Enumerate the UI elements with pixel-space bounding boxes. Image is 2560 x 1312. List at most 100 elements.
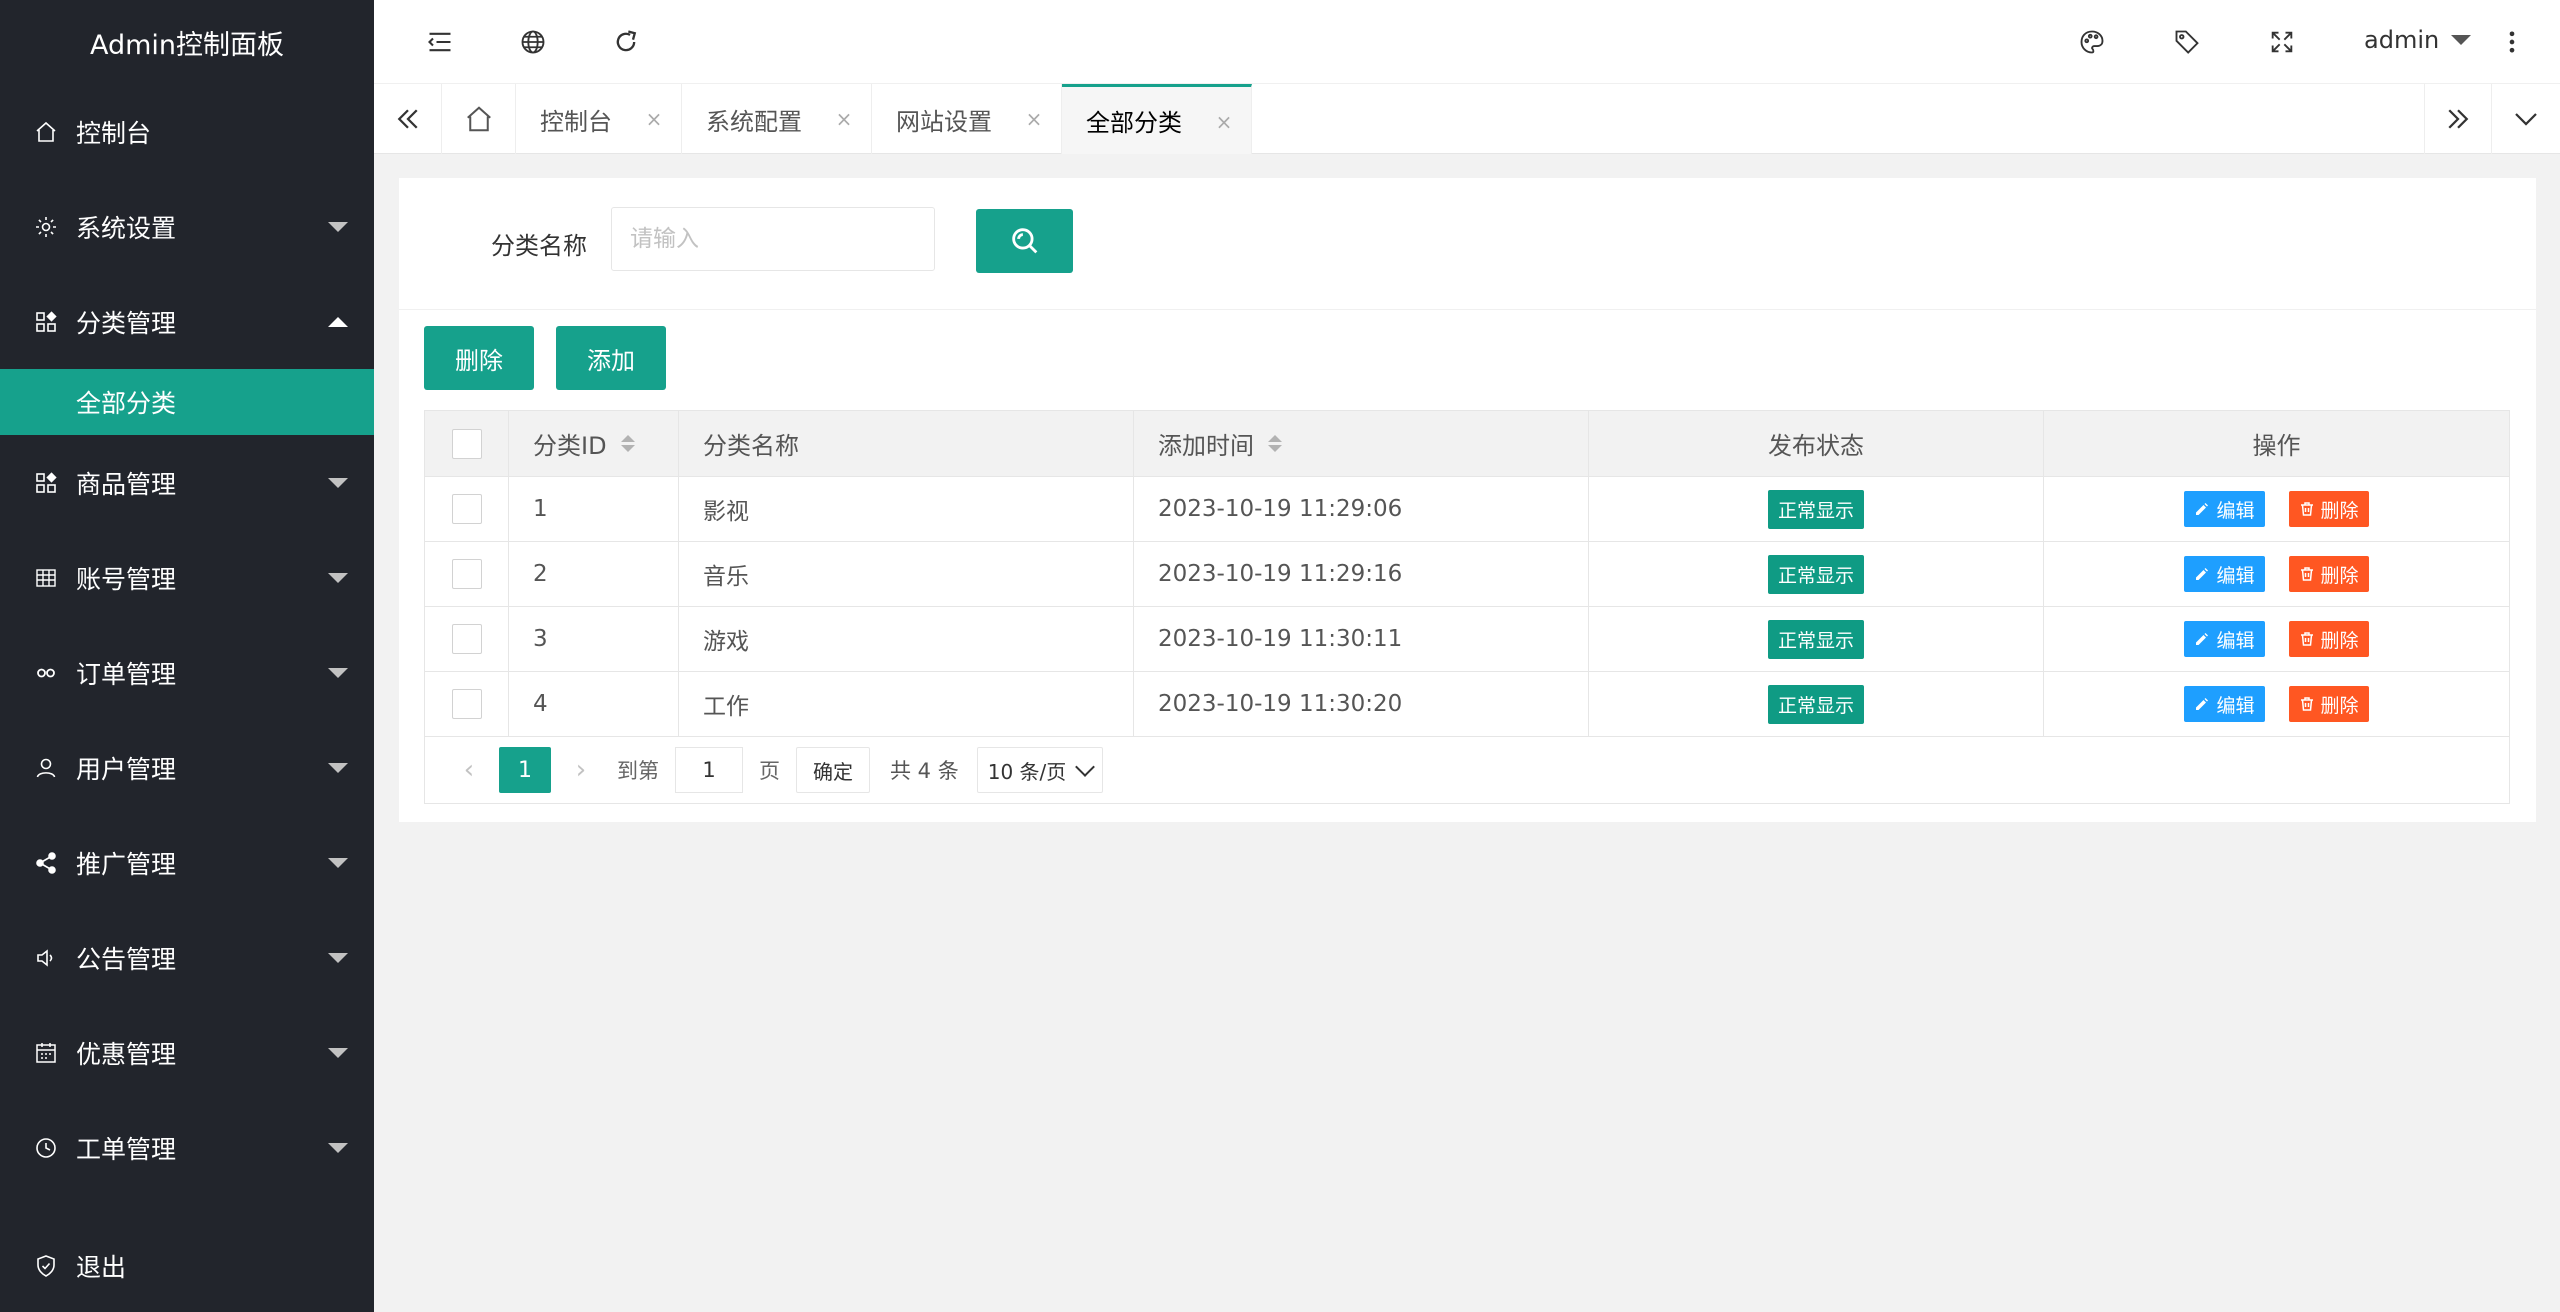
prev-page-icon[interactable]: ‹ [449,755,489,785]
cell-ops: 编辑 删除 [2044,672,2509,736]
header-checkbox-cell [425,411,509,476]
pencil-icon [2194,696,2210,712]
palette-icon[interactable] [2076,26,2108,58]
sidebar-item-user-management[interactable]: 用户管理 [0,720,374,815]
next-page-icon[interactable]: › [561,755,601,785]
tab-system-config[interactable]: 系统配置 × [682,84,872,154]
cell-id: 4 [509,672,679,736]
cell-ops: 编辑 删除 [2044,607,2509,671]
edit-button[interactable]: 编辑 [2184,556,2265,592]
user-name: admin [2364,26,2440,54]
menu-collapse-icon[interactable] [424,26,456,58]
header-id[interactable]: 分类ID [509,411,679,476]
tabs-scroll-left-icon[interactable] [374,84,442,154]
batch-delete-button[interactable]: 删除 [424,326,534,390]
sidebar-item-label: 推广管理 [76,849,177,879]
sidebar-item-label: 账号管理 [76,564,177,594]
share-icon [34,851,58,875]
sidebar-item-label: 全部分类 [76,389,177,418]
row-checkbox-cell [425,477,509,541]
delete-button[interactable]: 删除 [2288,556,2369,592]
sidebar-subitem-all-categories[interactable]: 全部分类 [0,369,374,435]
sidebar-item-announcement-management[interactable]: 公告管理 [0,910,374,1005]
refresh-icon[interactable] [610,26,642,58]
tab-home-icon[interactable] [442,84,516,154]
tab-site-settings[interactable]: 网站设置 × [872,84,1062,154]
header-name-label: 分类名称 [703,432,799,460]
tag-icon[interactable] [2171,26,2203,58]
sidebar-item-product-management[interactable]: 商品管理 [0,435,374,530]
search-button[interactable] [976,209,1073,273]
current-page-button[interactable]: 1 [499,747,551,793]
category-name-input[interactable] [611,207,935,271]
pencil-icon [2194,566,2210,582]
sidebar-item-category-management[interactable]: 分类管理 [0,274,374,369]
close-icon[interactable]: × [645,109,663,129]
delete-button[interactable]: 删除 [2288,686,2369,722]
shield-icon [34,1254,58,1278]
apps-icon [34,310,58,334]
delete-button[interactable]: 删除 [2288,621,2369,657]
tab-dashboard[interactable]: 控制台 × [516,84,682,154]
chevron-down-icon [328,221,348,232]
table-row: 1 影视 2023-10-19 11:29:06 正常显示 编辑 删除 [425,477,2509,542]
delete-label: 删除 [2320,694,2359,717]
more-vertical-icon[interactable] [2496,26,2528,58]
sidebar-item-account-management[interactable]: 账号管理 [0,530,374,625]
close-icon[interactable]: × [1215,112,1233,132]
sidebar-item-promotion-management[interactable]: 推广管理 [0,815,374,910]
cell-ops: 编辑 删除 [2044,477,2509,541]
chevron-down-icon [2451,35,2472,45]
table-header: 分类ID 分类名称 添加时间 发布状态 操作 [425,411,2509,477]
delete-label: 删除 [2320,564,2359,587]
sidebar-item-system-settings[interactable]: 系统设置 [0,179,374,274]
sidebar-item-dashboard[interactable]: 控制台 [0,84,374,179]
edit-button[interactable]: 编辑 [2184,491,2265,527]
delete-label: 删除 [2320,629,2359,652]
tabs-scroll-right-icon[interactable] [2424,84,2492,154]
header-time-label: 添加时间 [1158,432,1254,460]
cell-id: 1 [509,477,679,541]
user-menu[interactable]: admin [2364,26,2472,54]
row-checkbox-cell [425,607,509,671]
row-checkbox[interactable] [451,494,482,524]
cell-status: 正常显示 [1589,672,2044,736]
app-logo: Admin控制面板 [89,29,285,61]
goto-confirm-button[interactable]: 确定 [796,747,870,793]
row-checkbox[interactable] [451,689,482,719]
fullscreen-icon[interactable] [2266,26,2298,58]
close-icon[interactable]: × [1025,109,1043,129]
sidebar-item-label: 控制台 [76,118,152,148]
page-size-select[interactable]: 10 条/页 [976,747,1104,793]
sort-icon[interactable] [1268,435,1282,452]
gear-icon [34,215,58,239]
edit-label: 编辑 [2216,499,2255,522]
tabs-dropdown-icon[interactable] [2492,84,2560,154]
delete-button[interactable]: 删除 [2288,491,2369,527]
add-button[interactable]: 添加 [556,326,666,390]
select-all-checkbox[interactable] [451,428,482,459]
content-card: 分类名称 删除 添加 分类ID 分类名称 添加时间 发布状态 操作 1 影视 [399,178,2536,822]
header-status: 发布状态 [1589,411,2044,476]
sidebar-item-logout[interactable]: 退出 [0,1218,374,1312]
edit-button[interactable]: 编辑 [2184,686,2265,722]
sort-icon[interactable] [620,435,635,452]
tab-all-categories[interactable]: 全部分类 × [1062,84,1252,154]
sidebar-item-discount-management[interactable]: 优惠管理 [0,1005,374,1100]
header-time[interactable]: 添加时间 [1134,411,1589,476]
edit-button[interactable]: 编辑 [2184,621,2265,657]
sidebar-item-label: 优惠管理 [76,1039,177,1069]
sidebar-item-order-management[interactable]: 订单管理 [0,625,374,720]
close-icon[interactable]: × [835,109,853,129]
header-status-label: 发布状态 [1768,432,1864,460]
globe-icon[interactable] [517,26,549,58]
sidebar-item-label: 分类管理 [76,308,177,338]
cell-time: 2023-10-19 11:29:06 [1134,477,1589,541]
home-icon [34,120,58,144]
row-checkbox[interactable] [451,559,482,589]
row-checkbox[interactable] [451,624,482,654]
cell-status: 正常显示 [1589,542,2044,606]
sidebar-item-ticket-management[interactable]: 工单管理 [0,1100,374,1195]
status-badge: 正常显示 [1767,554,1864,594]
goto-page-input[interactable] [675,747,743,793]
